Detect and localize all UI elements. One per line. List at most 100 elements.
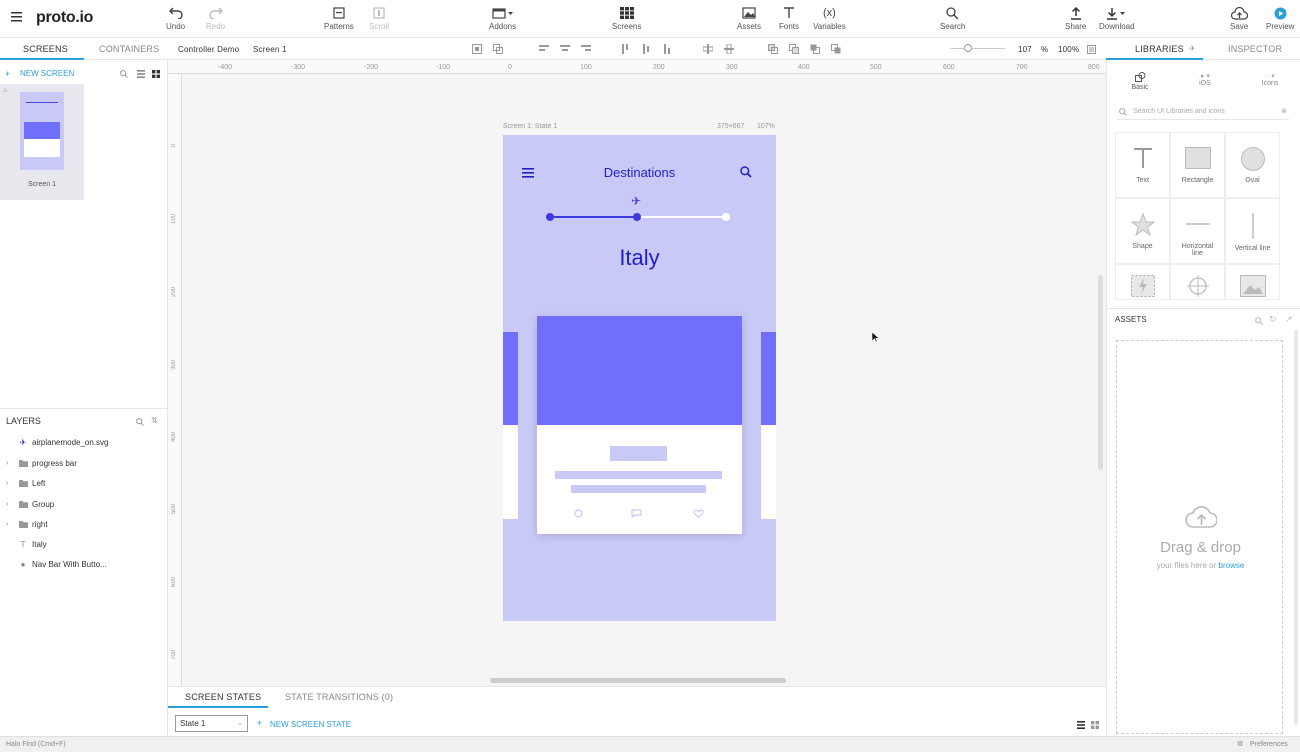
library-icons-tab[interactable]: ◌ ▾ Icons [1245,72,1295,87]
search-icon[interactable] [120,69,128,81]
vertical-scrollbar[interactable] [1294,330,1298,725]
tab-state-transitions[interactable]: STATE TRANSITIONS (0) [285,692,393,702]
save-button[interactable]: Save [1230,4,1248,31]
library-item-text[interactable]: Text [1115,132,1170,198]
screen-thumbnail[interactable]: ⌂ Screen 1 [0,84,84,200]
tab-containers[interactable]: CONTAINERS [99,44,159,54]
fonts-button[interactable]: Fonts [779,4,799,31]
align-middle-icon[interactable] [642,44,652,57]
group-icon[interactable] [472,44,482,57]
chevron-right-icon[interactable]: › [6,521,14,528]
card-left[interactable] [503,332,518,519]
new-screen-state-button[interactable]: NEW SCREEN STATE [270,720,351,729]
list-view-icon[interactable] [1077,720,1085,732]
refresh-icon[interactable]: ↻ [1269,314,1277,325]
breadcrumb-screen[interactable]: Screen 1 [253,45,287,54]
align-right-icon[interactable] [581,44,591,57]
breadcrumb-project[interactable]: Controller Demo [178,45,239,54]
clear-icon[interactable]: ⊗ [1281,107,1287,115]
addons-button[interactable]: Addons [489,4,516,31]
preferences-icon[interactable]: ⚙ [1237,740,1243,748]
layer-item[interactable]: T Italy [6,540,47,549]
plus-icon[interactable]: + [5,69,10,79]
library-item-vertical-line[interactable]: Vertical line [1225,198,1280,264]
plus-icon[interactable]: + [257,718,262,728]
chevron-right-icon[interactable]: › [6,501,14,508]
ungroup-icon[interactable] [493,44,503,57]
align-left-icon[interactable] [539,44,549,57]
list-view-icon[interactable] [137,69,145,81]
destination-card[interactable] [537,316,742,534]
menu-icon[interactable] [11,12,22,25]
heart-icon[interactable] [693,509,704,521]
library-item-horizontal-line[interactable]: Horizontal line [1170,198,1225,264]
assets-dropzone[interactable]: Drag & drop your files here or browse [1116,340,1283,734]
send-backward-icon[interactable] [789,44,799,57]
scroll-button[interactable]: Scroll [369,4,389,31]
variables-button[interactable]: (x) Variables [813,4,846,31]
vertical-scrollbar[interactable] [1098,275,1103,470]
new-screen-button[interactable]: NEW SCREEN [20,69,74,78]
design-canvas[interactable]: -400 -300 -200 -100 0 100 200 300 400 50… [168,60,1106,686]
horizontal-scrollbar[interactable] [490,678,786,683]
undo-button[interactable]: Undo [166,4,185,31]
library-item-oval[interactable]: Oval [1225,132,1280,198]
zoom-slider-handle[interactable] [964,44,972,52]
tab-libraries[interactable]: LIBRARIES [1135,44,1184,54]
redo-button[interactable]: Redo [206,4,225,31]
align-bottom-icon[interactable] [663,44,673,57]
distribute-h-icon[interactable] [702,44,714,57]
send-to-back-icon[interactable] [831,44,841,57]
tab-screen-states[interactable]: SCREEN STATES [185,692,261,702]
fullscreen-icon[interactable] [1087,45,1096,57]
library-item-shape[interactable]: Shape [1115,198,1170,264]
search-icon[interactable] [740,166,752,181]
settings-icon[interactable] [573,509,584,521]
layer-item[interactable]: › Left [6,479,45,488]
preview-button[interactable]: Preview [1266,4,1294,31]
tab-screens[interactable]: SCREENS [23,44,68,54]
state-select[interactable]: State 1 ⌄ [175,715,248,732]
grid-view-icon[interactable] [152,69,160,81]
layer-item[interactable]: › progress bar [6,459,77,468]
chat-icon[interactable] [631,509,642,521]
search-button[interactable]: Search [940,4,965,31]
assets-button[interactable]: Assets [737,4,761,31]
bring-to-front-icon[interactable] [810,44,820,57]
library-item-hotspot[interactable] [1115,264,1170,300]
zoom-fit-button[interactable]: 100% [1058,45,1079,54]
external-link-icon[interactable]: ↗ [1285,314,1293,325]
library-ios-tab[interactable]: ● ▾ iOS [1180,72,1230,87]
chevron-right-icon[interactable]: › [6,480,14,487]
distribute-v-icon[interactable] [724,43,734,57]
zoom-slider[interactable] [950,44,1005,52]
align-top-icon[interactable] [621,44,631,57]
library-item-rectangle[interactable]: Rectangle [1170,132,1225,198]
preferences-link[interactable]: Preferences [1250,741,1288,748]
grid-view-icon[interactable] [1091,720,1099,732]
sort-icon[interactable]: ⇅ [151,416,158,425]
artboard[interactable]: Destinations ✈ Italy [503,135,776,621]
library-search-input[interactable]: Search UI Libraries and icons ⊗ [1117,106,1289,120]
library-basic-tab[interactable]: Basic [1115,72,1165,91]
share-button[interactable]: Share [1065,4,1086,31]
pin-icon[interactable]: ✈ [1189,44,1196,53]
browse-link[interactable]: browse [1219,561,1245,570]
card-right[interactable] [761,332,776,519]
library-item-target[interactable] [1170,264,1225,300]
layer-item[interactable]: ✈ airplanemode_on.svg [6,438,109,447]
layer-item[interactable]: ● Nav Bar With Butto... [6,560,107,569]
zoom-value[interactable]: 107 [1018,45,1032,54]
patterns-button[interactable]: Patterns [324,4,354,31]
bring-forward-icon[interactable] [768,44,778,57]
download-button[interactable]: Download [1099,4,1135,31]
library-item-image[interactable] [1225,264,1280,300]
align-center-icon[interactable] [560,44,570,57]
layer-item[interactable]: › Group [6,500,54,509]
tab-inspector[interactable]: INSPECTOR [1228,44,1282,54]
screens-button[interactable]: Screens [612,4,641,31]
search-icon[interactable] [1255,316,1263,328]
chevron-right-icon[interactable]: › [6,460,14,467]
layer-item[interactable]: › right [6,520,48,529]
search-icon[interactable] [136,417,144,429]
